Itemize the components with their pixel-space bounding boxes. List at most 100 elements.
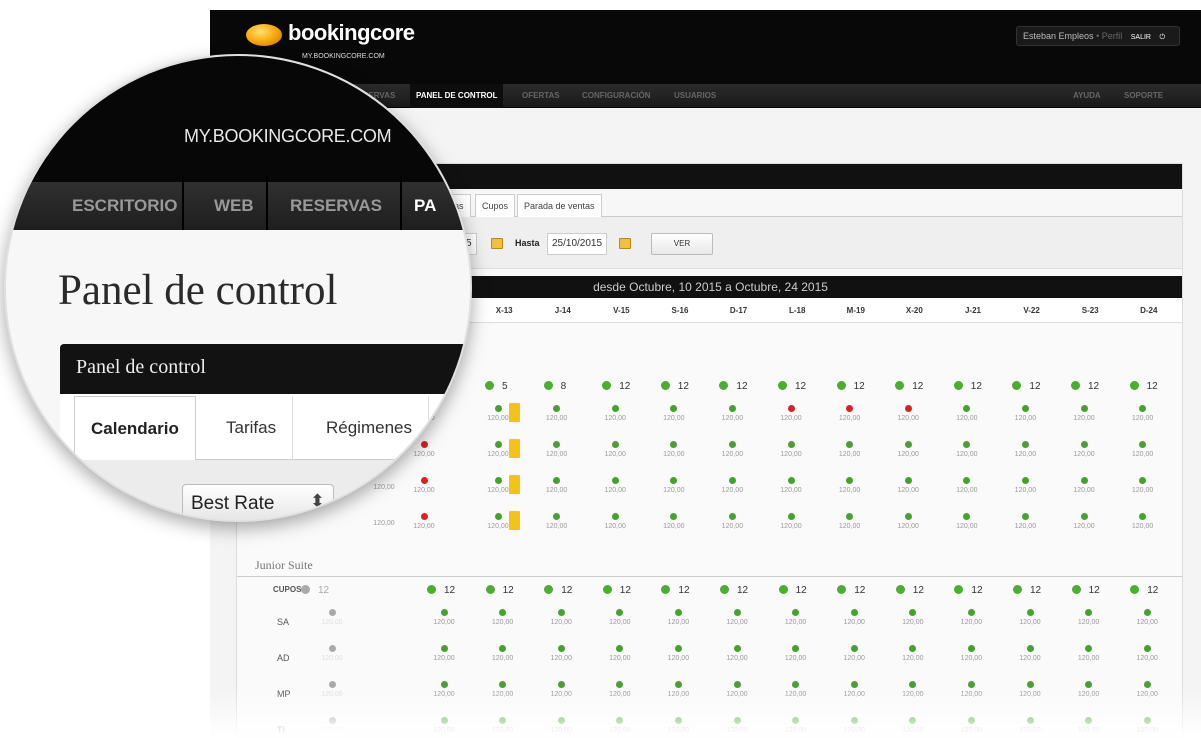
cupo-count[interactable]: 12 — [720, 585, 748, 597]
rate-cell[interactable]: 120,00 — [883, 513, 933, 531]
rate-cell[interactable]: 120,00 — [359, 519, 409, 528]
cupo-count[interactable]: 12 — [544, 585, 572, 597]
rate-cell[interactable]: 120,00 — [825, 513, 875, 531]
cupo-count[interactable]: 12 — [301, 585, 329, 597]
rate-cell[interactable]: 120,00 — [766, 441, 816, 459]
rate-cell[interactable]: 120,00 — [307, 609, 357, 627]
rate-cell[interactable]: 120,00 — [942, 405, 992, 423]
rate-cell[interactable]: 120,00 — [1122, 609, 1172, 627]
cupo-count[interactable]: 12 — [836, 381, 865, 393]
nav-configuracion[interactable]: CONFIGURACIÓN — [582, 84, 650, 108]
rate-cell[interactable]: 120,00 — [1000, 441, 1050, 459]
rate-cell[interactable]: 120,00 — [771, 609, 821, 627]
rate-cell[interactable]: 120,00 — [883, 405, 933, 423]
cupo-count[interactable]: 12 — [1071, 381, 1099, 393]
rate-cell[interactable]: 120,00 — [712, 609, 762, 627]
rate-cell[interactable]: 120,00 — [825, 441, 875, 459]
cupo-count[interactable]: 12 — [602, 381, 630, 393]
rate-cell[interactable]: 120,00 — [707, 405, 757, 423]
rate-cell[interactable]: 120,00 — [707, 441, 757, 459]
offer-flag-icon[interactable] — [509, 475, 520, 494]
rate-cell[interactable]: 120,00 — [942, 513, 992, 531]
profile-link[interactable]: Perfil — [1102, 31, 1123, 41]
rate-cell[interactable]: 120,00 — [1059, 513, 1109, 531]
rate-cell[interactable]: 120,00 — [1122, 645, 1172, 663]
rate-cell[interactable]: 120,00 — [536, 609, 586, 627]
tab-cupos[interactable]: Cupos — [475, 194, 516, 217]
rate-cell[interactable]: 120,00 — [946, 645, 996, 663]
rate-cell[interactable]: 120,00 — [888, 645, 938, 663]
rate-cell[interactable]: 120,00 — [478, 645, 528, 663]
nav-soporte[interactable]: SOPORTE — [1124, 84, 1163, 108]
rate-cell[interactable]: 120,00 — [1059, 477, 1109, 495]
rate-cell[interactable]: 120,00 — [766, 477, 816, 495]
rate-cell[interactable]: 120,00 — [712, 645, 762, 663]
rate-cell[interactable]: 120,00 — [1059, 441, 1109, 459]
rate-cell[interactable]: 120,00 — [307, 645, 357, 663]
brand-name[interactable]: bookingcore — [288, 20, 415, 46]
cupo-count[interactable]: 12 — [1129, 381, 1158, 393]
rate-cell[interactable]: 120,00 — [1064, 609, 1114, 627]
cupo-count[interactable]: 12 — [895, 585, 924, 597]
zoomed-nav-web[interactable]: WEB — [214, 196, 254, 216]
cupo-count[interactable]: 12 — [485, 585, 514, 597]
rate-cell[interactable]: 120,00 — [766, 405, 816, 423]
rate-cell[interactable]: 120,00 — [532, 513, 582, 531]
user-name[interactable]: Esteban Empleos — [1023, 31, 1094, 41]
cupo-count[interactable]: 12 — [427, 585, 455, 597]
cupo-count[interactable]: 12 — [953, 381, 982, 393]
rate-cell[interactable]: 120,00 — [946, 609, 996, 627]
rate-cell[interactable]: 120,00 — [532, 405, 582, 423]
nav-ofertas[interactable]: OFERTAS — [522, 84, 560, 108]
cupo-count[interactable]: 12 — [954, 585, 983, 597]
cupo-count[interactable]: 12 — [602, 585, 631, 597]
nav-ayuda[interactable]: AYUDA — [1073, 84, 1101, 108]
rate-cell[interactable]: 120,00 — [1118, 441, 1168, 459]
rate-cell[interactable]: 120,00 — [1118, 513, 1168, 531]
cupo-count[interactable]: 5 — [485, 381, 508, 393]
rate-cell[interactable]: 120,00 — [649, 405, 699, 423]
rate-cell[interactable]: 120,00 — [419, 609, 469, 627]
rate-cell[interactable]: 120,00 — [653, 609, 703, 627]
rate-cell[interactable]: 120,00 — [590, 405, 640, 423]
rate-cell[interactable]: 120,00 — [883, 441, 933, 459]
rate-cell[interactable]: 120,00 — [1118, 405, 1168, 423]
cupo-count[interactable]: 12 — [1012, 381, 1041, 393]
logout-button[interactable]: SALIR — [1131, 34, 1151, 41]
rate-cell[interactable]: 120,00 — [771, 645, 821, 663]
zoomed-nav-reservas[interactable]: RESERVAS — [290, 196, 382, 216]
tab-tarifas[interactable]: Tarifas — [210, 396, 294, 460]
contrato-select[interactable]: Best Rate ⬍ — [182, 484, 334, 520]
rate-cell[interactable]: 120,00 — [1118, 477, 1168, 495]
hasta-date-input[interactable]: 25/10/2015 — [547, 233, 608, 255]
cupo-count[interactable]: 12 — [660, 381, 689, 393]
tab-regimenes[interactable]: Régimenes — [310, 396, 429, 460]
rate-cell[interactable]: 120,00 — [766, 513, 816, 531]
rate-cell[interactable]: 120,00 — [825, 405, 875, 423]
rate-cell[interactable]: 120,00 — [707, 513, 757, 531]
rate-cell[interactable]: 120,00 — [1000, 405, 1050, 423]
rate-cell[interactable]: 120,00 — [590, 441, 640, 459]
cupo-count[interactable]: 12 — [661, 585, 690, 597]
rate-cell[interactable]: 120,00 — [478, 609, 528, 627]
zoomed-nav-panel[interactable]: PA — [414, 196, 436, 216]
rate-cell[interactable]: 120,00 — [1005, 609, 1055, 627]
rate-cell[interactable]: 120,00 — [1000, 513, 1050, 531]
user-box[interactable]: Esteban Empleos • Perfil SALIR ⏻ — [1016, 26, 1180, 46]
rate-cell[interactable]: 120,00 — [590, 477, 640, 495]
ver-button[interactable]: VER — [651, 233, 713, 255]
rate-cell[interactable]: 120,00 — [1064, 645, 1114, 663]
rate-cell[interactable]: 120,00 — [649, 441, 699, 459]
cupo-count[interactable]: 12 — [895, 381, 923, 393]
rate-cell[interactable]: 120,00 — [829, 645, 879, 663]
zoomed-nav-escritorio[interactable]: ESCRITORIO — [72, 196, 177, 216]
rate-cell[interactable]: 120,00 — [532, 441, 582, 459]
rate-cell[interactable]: 120,00 — [649, 513, 699, 531]
offer-flag-icon[interactable] — [509, 439, 520, 458]
tab-parada-de-ventas[interactable]: Parada de ventas — [517, 194, 602, 217]
cupo-count[interactable]: 12 — [1130, 585, 1158, 597]
rate-cell[interactable]: 120,00 — [419, 645, 469, 663]
rate-cell[interactable]: 120,00 — [829, 609, 879, 627]
cupo-count[interactable]: 12 — [778, 381, 806, 393]
calendar-icon[interactable] — [491, 238, 503, 249]
